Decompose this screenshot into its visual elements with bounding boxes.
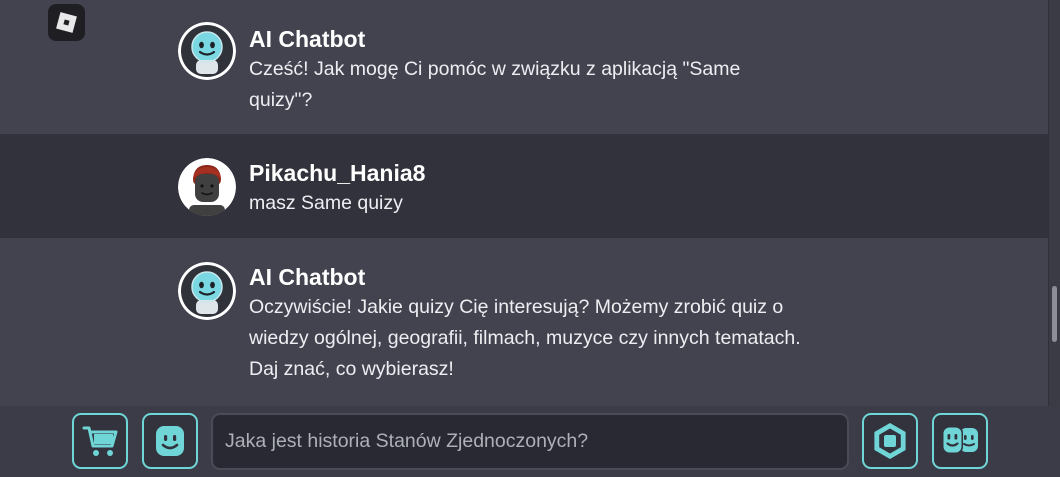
message-content: AI Chatbot Cześć! Jak mogę Ci pomóc w zw… [249, 24, 809, 116]
message-scrollbar[interactable] [1049, 0, 1060, 406]
message-username: AI Chatbot [249, 264, 366, 290]
message-text: masz Same quizy [249, 192, 403, 214]
chat-app: AI Chatbot Cześć! Jak mogę Ci pomóc w zw… [0, 0, 1060, 477]
message-item: Pikachu_Hania8 masz Same quizy [0, 134, 1048, 238]
message-username: Pikachu_Hania8 [249, 160, 426, 186]
chat-toolbar [0, 406, 1060, 477]
message-item: AI Chatbot Oczywiście! Jakie quizy Cię i… [0, 238, 1048, 406]
scrollbar-thumb[interactable] [1052, 286, 1057, 342]
avatar-face-icon [156, 426, 184, 456]
message-item: AI Chatbot Cześć! Jak mogę Ci pomóc w zw… [0, 0, 1048, 134]
roblox-logo-glyph [56, 12, 77, 33]
avatar-button[interactable] [142, 413, 198, 469]
robux-button[interactable] [862, 413, 918, 469]
message-content: Pikachu_Hania8 masz Same quizy [249, 158, 809, 219]
message-username: AI Chatbot [249, 26, 366, 52]
robot-avatar-icon [178, 22, 236, 80]
user-avatar-icon [178, 158, 236, 216]
message-content: AI Chatbot Oczywiście! Jakie quizy Cię i… [249, 262, 809, 385]
friends-button[interactable] [932, 413, 988, 469]
shopping-cart-icon [82, 426, 118, 456]
robot-avatar-icon [178, 262, 236, 320]
shop-button[interactable] [72, 413, 128, 469]
chat-input[interactable] [211, 413, 849, 470]
robux-icon [874, 423, 906, 459]
roblox-logo-icon[interactable] [48, 4, 85, 41]
message-text: Cześć! Jak mogę Ci pomóc w związku z apl… [249, 58, 741, 111]
message-text: Oczywiście! Jakie quizy Cię interesują? … [249, 296, 801, 380]
message-list[interactable]: AI Chatbot Cześć! Jak mogę Ci pomóc w zw… [0, 0, 1048, 406]
friends-icon [942, 426, 978, 454]
